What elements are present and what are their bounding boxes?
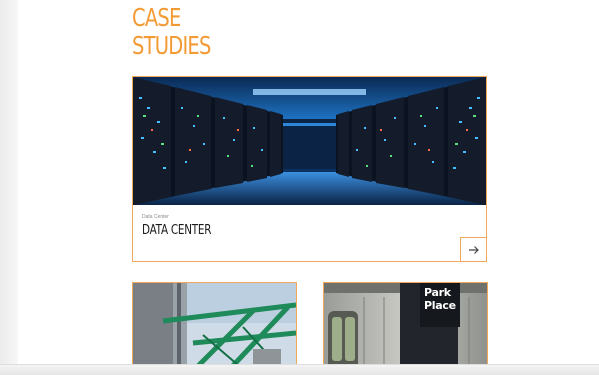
left-edge-shadow (0, 0, 18, 375)
heading-line-2: STUDIES (132, 31, 211, 60)
card-category: Data Center (142, 214, 169, 220)
card-arrow-button[interactable] (460, 237, 486, 261)
card-title[interactable]: DATA CENTER (142, 223, 211, 238)
case-study-card-data-center[interactable]: Data Center DATA CENTER (132, 76, 487, 262)
case-study-card-park-place[interactable]: Park Place (323, 282, 488, 372)
heading-line-1: CASE (132, 3, 181, 32)
case-study-card-industrial[interactable] (132, 282, 297, 372)
bottom-edge-shadow (0, 364, 599, 375)
arrow-right-icon (468, 245, 479, 254)
sign-line-1: Park (424, 286, 451, 299)
data-center-photo (133, 77, 486, 205)
sign-line-2: Place (424, 299, 456, 312)
section-heading: CASE STUDIES (132, 4, 211, 60)
park-place-sign: Park Place (420, 283, 464, 331)
industrial-scaffold-photo (133, 283, 296, 371)
